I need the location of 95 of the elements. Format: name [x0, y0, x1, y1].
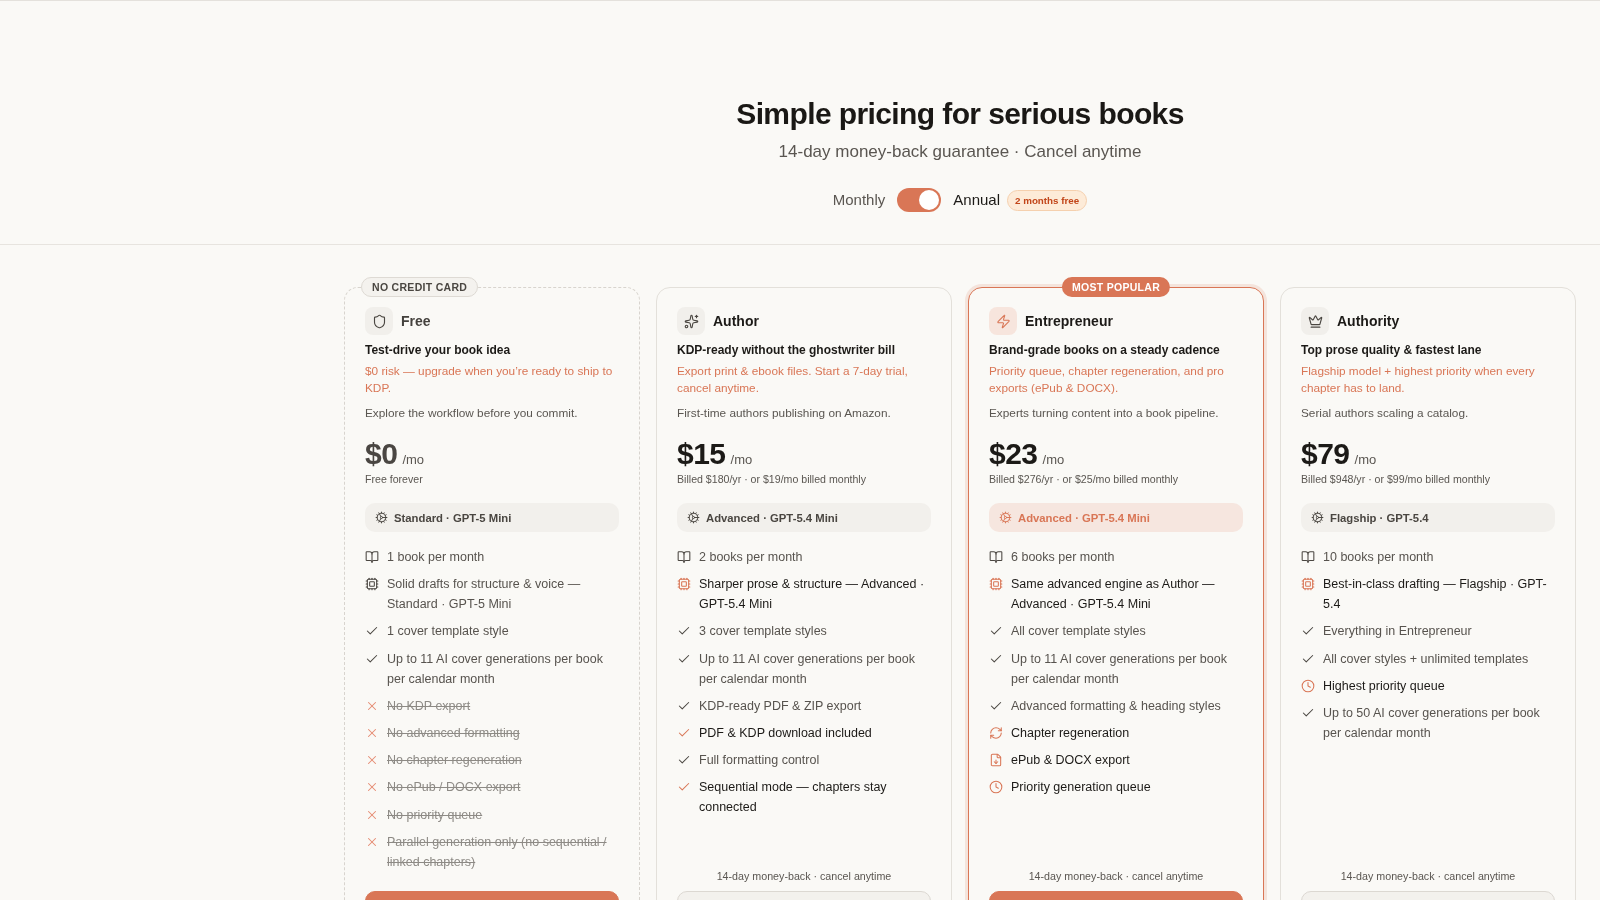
gear-icon: [375, 511, 388, 524]
plan-tagline: Test-drive your book idea: [365, 342, 512, 359]
plan-tagline: KDP-ready without the ghostwriter bill: [677, 342, 896, 359]
billing-note: Billed $948/yr · or $99/mo billed monthly: [1301, 472, 1492, 487]
refresh-icon: [989, 725, 1003, 740]
feature-text: 1 book per month: [387, 549, 485, 566]
feature-text: Sequential mode — chapters stay connected: [699, 779, 888, 817]
model-name: Advanced · GPT-5.4 Mini: [1018, 511, 1150, 524]
billing-note: Billed $276/yr · or $25/mo billed monthly: [989, 472, 1180, 487]
feature-text: Up to 11 AI cover generations per book per calendar month: [387, 650, 604, 688]
plan-pitch: Flagship model + highest priority when every chapter has to land.: [1301, 363, 1536, 397]
feature-text: Chapter regeneration: [1011, 724, 1130, 742]
feature-text: All cover template styles: [1011, 623, 1146, 641]
feature-text: Up to 50 AI cover generations per book per calendar month: [1323, 704, 1541, 742]
model-name: Advanced · GPT-5.4 Mini: [706, 511, 838, 524]
billing-toggle[interactable]: [897, 188, 942, 212]
file-download-icon: [989, 753, 1003, 768]
book-icon: [677, 550, 691, 564]
model-name: Standard · GPT-5 Mini: [394, 511, 512, 524]
plan-tagline: Brand-grade books on a steady cadence: [989, 342, 1221, 359]
feature-text: Everything in Entrepreneur: [1323, 623, 1472, 641]
feature-text: ePub & DOCX export: [1011, 752, 1130, 770]
book-icon: [365, 550, 379, 564]
page-subtitle: 14-day money-back guarantee · Cancel anytime: [778, 141, 1142, 163]
plan-pitch: Export print & ebook files. Start a 7-day trial, cancel anytime.: [677, 363, 909, 397]
plan-tagline: Top prose quality & fastest lane: [1301, 342, 1483, 359]
gear-icon: [687, 511, 700, 524]
monthly-label: Monthly: [832, 190, 886, 210]
plan-badge: MOST POPULAR: [1061, 277, 1171, 297]
feature-text: Up to 11 AI cover generations per book per calendar month: [1011, 650, 1228, 688]
feature-text: Full formatting control: [699, 752, 820, 770]
annual-label: Annual: [953, 190, 1000, 210]
price-period: /mo: [402, 452, 425, 467]
feature-text: No priority queue: [387, 806, 483, 824]
billing-note: Billed $180/yr · or $19/mo billed monthly: [677, 472, 868, 487]
plan-name: Free: [401, 312, 431, 331]
guarantee-note: 14-day money-back · cancel anytime: [1339, 868, 1517, 884]
chip-icon: [677, 577, 691, 592]
feature-text: 6 books per month: [1011, 549, 1115, 566]
plan-name: Author: [713, 312, 759, 331]
feature-text: Parallel generation only (no sequential / linked chapters): [387, 833, 608, 871]
feature-text: Up to 11 AI cover generations per book per calendar month: [699, 650, 916, 688]
gear-icon: [1311, 511, 1324, 524]
chip-icon: [1301, 577, 1315, 592]
plan-pitch: Priority queue, chapter regeneration, and pro exports (ePub & DOCX).: [989, 363, 1225, 397]
feature-text: Highest priority queue: [1323, 677, 1445, 695]
lightning-icon: [989, 307, 1017, 335]
price-period: /mo: [730, 452, 753, 467]
book-icon: [1301, 550, 1315, 564]
feature-text: Solid drafts for structure & voice — Standard · GPT-5 Mini: [387, 576, 582, 614]
sparkles-icon: [677, 307, 705, 335]
feature-text: No ePub / DOCX export: [387, 779, 521, 797]
plan-badge: NO CREDIT CARD: [361, 277, 479, 297]
price-amount: $79: [1301, 436, 1350, 472]
page-title: Simple pricing for serious books: [736, 96, 1184, 132]
plan-audience: Serial authors scaling a catalog.: [1301, 405, 1470, 422]
feature-text: Sharper prose & structure — Advanced · GPT-5.4 Mini: [699, 576, 926, 614]
price-amount: $23: [989, 436, 1038, 472]
feature-text: 1 cover template style: [387, 623, 509, 641]
feature-text: Same advanced engine as Author — Advanced · GPT-5.4 Mini: [1011, 576, 1216, 614]
feature-text: No chapter regeneration: [387, 752, 522, 770]
feature-text: Advanced formatting & heading styles: [1011, 697, 1221, 715]
plan-name: Authority: [1337, 312, 1400, 331]
plan-audience: Explore the workflow before you commit.: [365, 405, 579, 422]
plan-audience: Experts turning content into a book pipeline.: [989, 405, 1220, 422]
model-name: Flagship · GPT-5.4: [1330, 511, 1429, 524]
clock-icon: [1301, 678, 1315, 693]
feature-text: All cover styles + unlimited templates: [1323, 650, 1529, 668]
feature-text: 10 books per month: [1323, 549, 1434, 566]
guarantee-note: 14-day money-back · cancel anytime: [1027, 868, 1205, 884]
price-amount: $15: [677, 436, 726, 472]
feature-text: PDF & KDP download included: [699, 724, 872, 742]
plan-pitch: $0 risk — upgrade when you’re ready to ship to KDP.: [365, 363, 614, 397]
price-period: /mo: [1042, 452, 1065, 467]
feature-text: 2 books per month: [699, 549, 803, 566]
price-amount: $0: [365, 436, 398, 472]
discount-badge: 2 months free: [1007, 189, 1088, 211]
plan-name: Entrepreneur: [1025, 312, 1113, 331]
billing-note: Free forever: [365, 472, 424, 487]
plan-audience: First-time authors publishing on Amazon.: [677, 405, 892, 422]
price-period: /mo: [1354, 452, 1377, 467]
chip-icon: [365, 577, 379, 592]
feature-text: No KDP export: [387, 697, 471, 715]
shield-icon: [365, 307, 393, 335]
feature-text: KDP-ready PDF & ZIP export: [699, 697, 862, 715]
clock-icon: [989, 780, 1003, 795]
feature-text: Priority generation queue: [1011, 779, 1151, 797]
book-icon: [989, 550, 1003, 564]
gear-icon: [999, 511, 1012, 524]
feature-text: Best-in-class drafting — Flagship · GPT-5.4: [1323, 576, 1548, 614]
feature-text: 3 cover template styles: [699, 623, 827, 641]
feature-text: No advanced formatting: [387, 724, 520, 742]
crown-icon: [1301, 307, 1329, 335]
chip-icon: [989, 577, 1003, 592]
guarantee-note: 14-day money-back · cancel anytime: [715, 868, 893, 884]
